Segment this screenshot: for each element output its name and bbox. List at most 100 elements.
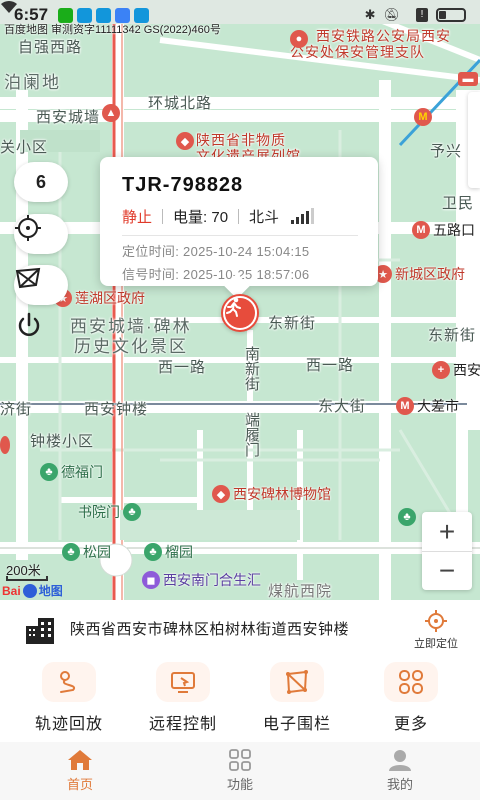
poi-shuyuan-gate-label: 书院门 [78,504,120,520]
poi-xian[interactable]: + 西安 [432,360,480,380]
map-label-meihang: 煤航西院 [268,583,333,600]
poi-lianhu-gov[interactable]: ★ 莲湖区政府 [54,288,145,308]
poi-forest-museum[interactable]: ◆ 西安碑林博物馆 [212,484,331,504]
map-label-dongxin-east: 东新街 [428,327,477,344]
tab-home[interactable]: 首页 [20,742,140,800]
metro-icon: M [412,221,430,239]
poi-shuyuan-gate[interactable]: 书院门 ♣ [78,502,141,522]
divider [238,209,240,224]
locate-now-button[interactable]: 立即定位 [414,609,458,651]
zoom-in-button[interactable]: + [422,512,472,551]
more-grid-icon [384,662,438,702]
pin-icon [0,436,10,454]
baidu-paw-icon [22,583,37,598]
poi-forest-museum-label: 西安碑林博物馆 [233,486,331,502]
baidu-logo-text: Bai [2,583,21,598]
remote-control-label: 远程控制 [148,716,217,733]
bluetooth-icon: ✱ [364,7,376,22]
geofence-button[interactable]: 电子围栏 [247,660,347,742]
power-button[interactable] [14,310,68,350]
map-label-bell-tower: 西安钟楼 [84,401,149,418]
poi-park-right[interactable]: ♣ [398,508,416,526]
hospital-icon: + [432,361,450,379]
park-icon: ♣ [62,543,80,561]
map-label-huancheng-north: 环城北路 [148,95,213,112]
device-location-marker[interactable] [221,294,259,332]
poi-dachashi-label: 大差市 [417,398,459,414]
poi-city-wall[interactable]: ▲ [102,104,120,122]
shopping-bag-icon: ◼ [142,571,160,589]
track-playback-button[interactable]: 轨迹回放 [19,660,119,742]
building-icon [26,618,54,644]
bottom-tab-bar: 首页 功能 我的 [0,742,480,800]
signal-time-label: 信号时间: [122,267,180,282]
baidu-map-logo: Bai 地图 [2,582,63,599]
poi-song-garden[interactable]: ♣ 松园 [62,542,111,562]
zoom-level-button[interactable]: 6 [14,162,68,202]
poi-left-edge[interactable] [0,436,10,454]
poi-heritage[interactable]: ◆ [176,132,194,150]
poi-xincheng-gov[interactable]: ★ 新城区政府 [374,264,465,284]
map-label-duanlu-gate: 端履门 [243,412,260,457]
restaurant-icon: M [414,108,432,126]
remote-control-icon [156,662,210,702]
map-label-yuxing: 予兴 [430,143,463,160]
poi-defu-gate-label: 德福门 [61,464,103,480]
poi-lianhu-gov-label: 莲湖区政府 [75,290,145,306]
map-label-city-wall: 西安城墙 [36,109,101,126]
tab-functions-label: 功能 [226,777,253,792]
locate-target-icon [425,610,447,632]
poi-dachashi[interactable]: M 大差市 [396,396,459,416]
map-label-xiyi-road-2: 西一路 [306,357,355,374]
mute-icon: 🔕︎ [383,7,400,22]
poi-wulukou[interactable]: M 五路口 [412,220,475,240]
tab-profile[interactable]: 我的 [340,742,460,800]
card-divider [122,235,358,236]
device-state: 静止 [122,209,153,226]
map-label-beiguan: 泊阑地 [4,73,61,92]
poi-liu-garden[interactable]: ♣ 榴园 [144,542,193,562]
device-status-row: 静止 电量: 70 北斗 [122,206,358,227]
poi-xian-label: 西安 [453,362,480,378]
poi-song-garden-label: 松园 [83,544,111,560]
locate-time-value: 2025-10-24 15:04:15 [183,244,310,259]
map-scale-bar [6,576,48,581]
tab-profile-label: 我的 [386,777,413,792]
geofence-icon [270,662,324,702]
museum-icon: ◆ [212,485,230,503]
more-label: 更多 [393,716,428,733]
device-id: TJR-798828 [122,174,244,196]
poi-south-gate-mall[interactable]: ◼ 西安南门合生汇 [142,570,261,590]
locate-now-label: 立即定位 [414,638,458,650]
locate-time-row: 定位时间: 2025-10-24 15:04:15 [122,241,358,260]
poi-wulukou-label: 五路口 [433,222,475,238]
poi-metro-top[interactable]: ▬ [458,72,478,86]
poi-xincheng-gov-label: 新城区政府 [395,266,465,282]
right-map-toolbar[interactable] [468,92,480,188]
museum-icon: ◆ [176,132,194,150]
map-label-xiyi-road: 西一路 [158,359,207,376]
map-layer-button[interactable] [14,265,68,305]
crosshair-icon [15,215,41,241]
more-button[interactable]: 更多 [361,660,461,742]
poi-mcdonalds[interactable]: M [414,108,432,126]
locate-time-label: 定位时间: [122,244,180,259]
track-playback-label: 轨迹回放 [34,716,103,733]
track-playback-icon [42,662,96,702]
map-label-guan-community: 关小区 [0,139,49,156]
device-info-card[interactable]: TJR-798828 静止 电量: 70 北斗 定位时间: 2025-10-24… [100,157,378,286]
zoom-controls: + − [422,512,472,590]
poi-defu-gate[interactable]: ♣ 德福门 [40,462,103,482]
profile-icon [389,750,411,771]
map-view[interactable]: 自强西路 泊阑地 环城北路 西安城墙 关小区 陕西省非物质 文化遗产展列馆 西安… [0,0,480,600]
poi-police[interactable]: ● [290,30,308,48]
divider [162,209,164,224]
zoom-out-button[interactable]: − [422,551,472,590]
center-location-button[interactable] [14,214,68,254]
map-label-nanxin-street: 南新街 [243,346,260,391]
address-panel: 陕西省西安市碑林区柏树林街道西安钟楼 立即定位 [0,600,480,660]
tab-functions[interactable]: 功能 [180,742,300,800]
address-text: 陕西省西安市碑林区柏树林街道西安钟楼 [70,621,350,638]
metro-icon: M [396,397,414,415]
remote-control-button[interactable]: 远程控制 [133,660,233,742]
